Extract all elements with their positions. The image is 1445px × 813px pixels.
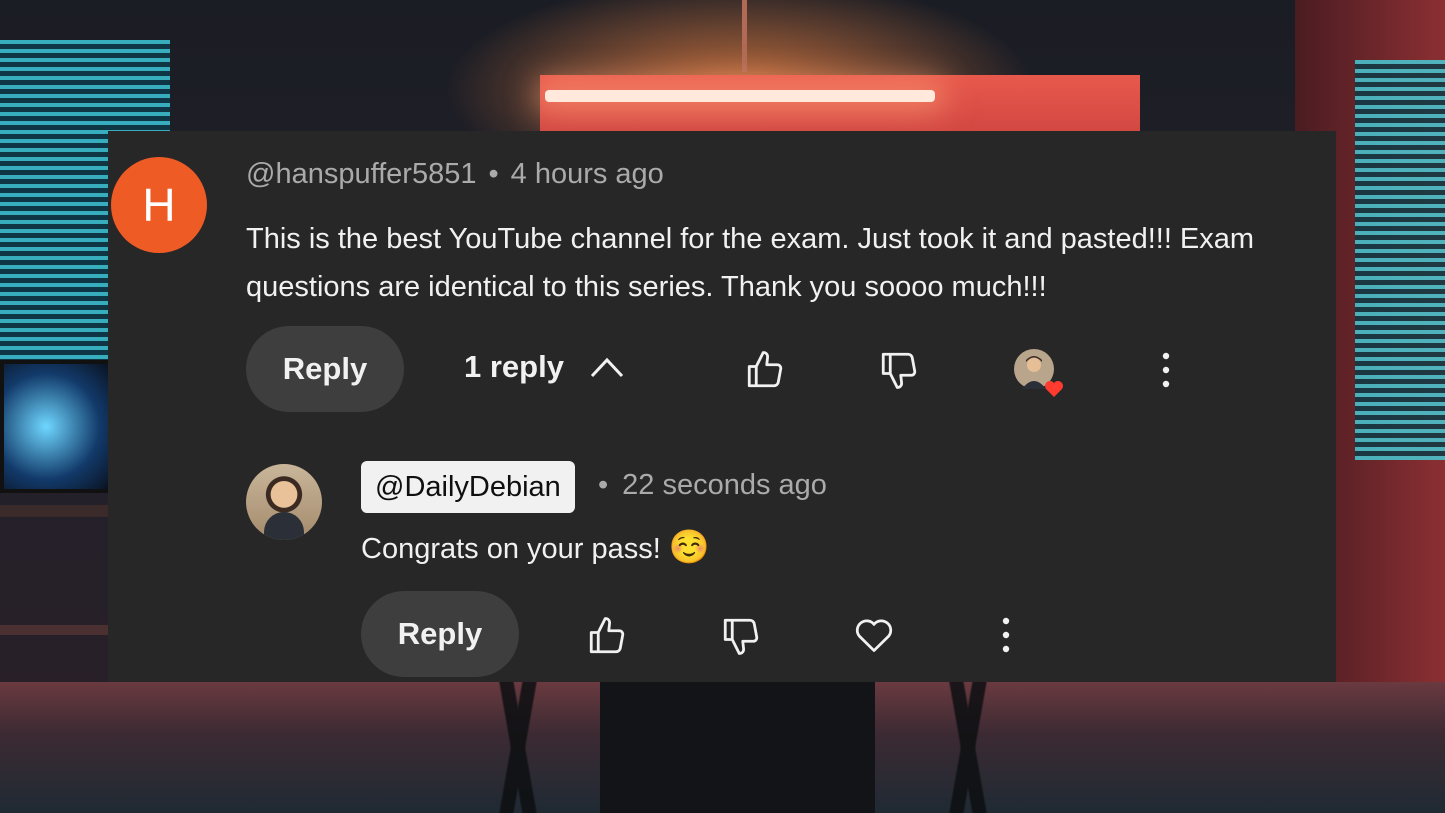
reply-meta: • 22 seconds ago (598, 469, 827, 502)
reply-button[interactable]: Reply (361, 591, 519, 677)
comment-meta: @hanspuffer5851 • 4 hours ago (246, 158, 664, 191)
reply-text: Congrats on your pass! ☺️ (361, 528, 710, 567)
creator-author-chip[interactable]: @DailyDebian (361, 461, 575, 513)
avatar[interactable]: H (111, 157, 207, 253)
meta-separator: • (598, 469, 609, 501)
desk (0, 505, 108, 517)
thumb-down-icon[interactable] (878, 349, 920, 391)
thumb-down-icon[interactable] (720, 615, 762, 657)
heart-icon[interactable] (852, 613, 896, 657)
ceiling-lamp (545, 90, 935, 102)
smiling-emoji-icon: ☺️ (668, 528, 710, 565)
comment-text: This is the best YouTube channel for the… (246, 223, 1255, 303)
thumb-up-icon[interactable] (586, 615, 628, 657)
avatar-letter: H (142, 179, 176, 231)
meeting-table (600, 682, 875, 813)
reply-avatar[interactable] (246, 464, 322, 540)
chair (430, 682, 610, 813)
comment-card: H @hanspuffer5851 • 4 hours ago This is th… (108, 131, 1336, 682)
lamp-cord (742, 0, 747, 72)
replies-toggle[interactable]: 1 reply (464, 349, 624, 385)
more-vert-icon[interactable] (996, 616, 1016, 654)
desk-monitor (0, 360, 113, 493)
reply-text-body: Congrats on your pass! (361, 533, 661, 565)
reply-button[interactable]: Reply (246, 326, 404, 412)
creator-heart-icon[interactable] (1010, 347, 1068, 405)
replies-count-label: 1 reply (464, 349, 564, 384)
thumb-up-icon[interactable] (744, 349, 786, 391)
shelf (0, 625, 108, 635)
chair (880, 682, 1060, 813)
meta-separator: • (488, 158, 499, 190)
reply-time[interactable]: 22 seconds ago (622, 469, 827, 501)
comment-time[interactable]: 4 hours ago (511, 158, 664, 190)
window-blinds-right (1355, 60, 1445, 460)
comment-author[interactable]: @hanspuffer5851 (246, 158, 476, 190)
more-vert-icon[interactable] (1156, 351, 1176, 389)
chevron-up-icon (590, 357, 624, 378)
